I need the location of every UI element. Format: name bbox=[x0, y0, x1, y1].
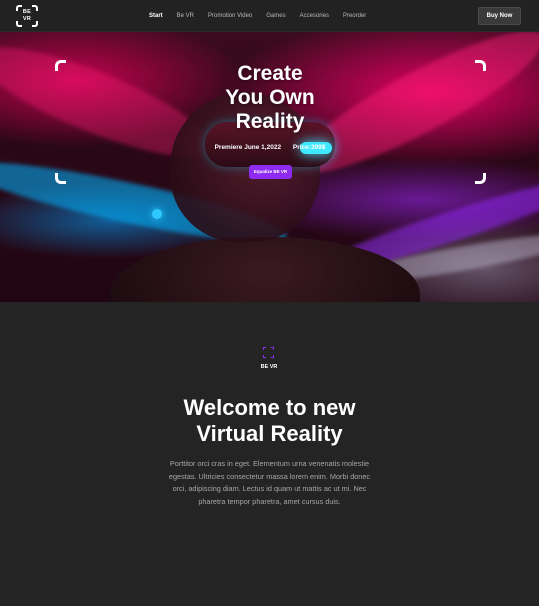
be-vr-logo-icon[interactable]: BE VR bbox=[16, 5, 38, 27]
frame-corner-bottom-right-icon bbox=[475, 173, 486, 184]
mini-logo-corner bbox=[263, 355, 266, 358]
mini-logo-corner bbox=[271, 355, 274, 358]
nav-item-start[interactable]: Start bbox=[149, 12, 163, 20]
frame-corner-top-right-icon bbox=[475, 60, 486, 71]
logo-text-line2: VR bbox=[22, 16, 32, 22]
hero-banner: Create You Own Reality Premiere June 1,2… bbox=[0, 32, 539, 302]
nav-item-accesories[interactable]: Accesories bbox=[300, 12, 329, 20]
bracket-frame-icon bbox=[263, 347, 274, 358]
buy-now-button[interactable]: Buy Now bbox=[478, 7, 521, 25]
hero-title-line3: Reality bbox=[235, 110, 305, 133]
hero-title-line1: Create bbox=[237, 62, 303, 85]
intro-section: BE VR Welcome to new Virtual Reality Por… bbox=[0, 302, 539, 606]
hero-meta: Premiere June 1,2022 Price:399$ bbox=[170, 144, 370, 151]
hero-title-line2: You Own bbox=[225, 86, 315, 109]
nav-item-be-vr[interactable]: Be VR bbox=[177, 12, 194, 20]
nav-item-games[interactable]: Games bbox=[266, 12, 285, 20]
frame-corner-top-left-icon bbox=[55, 60, 66, 71]
premiere-date: Premiere June 1,2022 bbox=[214, 144, 282, 151]
mini-logo-corner bbox=[263, 347, 266, 350]
frame-corner-bottom-left-icon bbox=[55, 173, 66, 184]
welcome-heading-line1: Welcome to new bbox=[183, 395, 356, 420]
section-logo-label: BE VR bbox=[260, 364, 278, 370]
welcome-heading: Welcome to new Virtual Reality bbox=[110, 395, 429, 447]
hero-title: Create You Own Reality bbox=[170, 62, 370, 134]
equalize-button[interactable]: Equalize BE VR bbox=[249, 165, 292, 179]
mini-logo-corner bbox=[271, 347, 274, 350]
nav-item-promotion-video[interactable]: Promotion Video bbox=[208, 12, 252, 20]
logo-text-line1: BE bbox=[22, 9, 32, 15]
welcome-heading-line2: Virtual Reality bbox=[196, 421, 343, 446]
top-navigation-bar: BE VR Start Be VR Promotion Video Games … bbox=[0, 0, 539, 32]
headphone-light bbox=[152, 209, 162, 219]
main-nav: Start Be VR Promotion Video Games Acceso… bbox=[149, 12, 366, 20]
nav-item-preorder[interactable]: Preorder bbox=[343, 12, 366, 20]
logo-text: BE VR bbox=[16, 9, 38, 23]
price: Price:399$ bbox=[292, 144, 326, 151]
intro-paragraph: Porttitor orci cras in eget. Elementum u… bbox=[168, 459, 371, 506]
